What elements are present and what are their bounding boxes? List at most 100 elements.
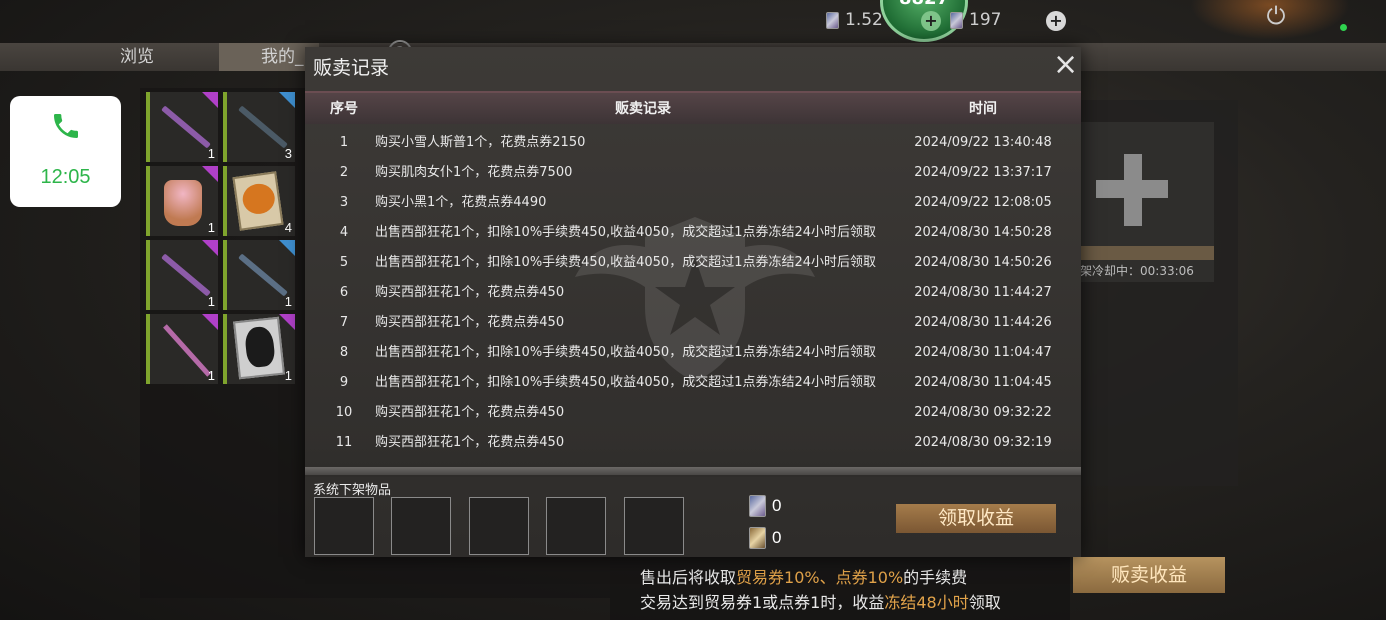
row-record: 购买小黑1个，花费点券4490 bbox=[375, 195, 547, 210]
row-time: 2024/09/22 12:08:05 bbox=[914, 195, 1052, 210]
table-row: 7 购买西部狂花1个，花费点券450 2024/08/30 11:44:26 bbox=[305, 308, 1081, 338]
dialog-title: 贩卖记录 bbox=[313, 57, 390, 79]
rarity-corner bbox=[202, 92, 218, 108]
item-quantity: 1 bbox=[207, 294, 215, 309]
row-number: 3 bbox=[339, 195, 349, 210]
table-row: 3 购买小黑1个，花费点券4490 2024/09/22 12:08:05 bbox=[305, 188, 1081, 218]
inventory-slot[interactable]: 1 bbox=[146, 240, 218, 310]
inventory-slot[interactable]: 1 bbox=[223, 240, 295, 310]
tab-browse[interactable]: 浏览 bbox=[120, 43, 154, 71]
item-quantity: 1 bbox=[207, 146, 215, 161]
sniper-item-icon bbox=[238, 105, 288, 149]
rarity-corner bbox=[279, 314, 295, 330]
row-number: 7 bbox=[339, 315, 349, 330]
notice-text: 交易达到贸易券1或点券1时，收益 bbox=[640, 593, 885, 612]
bunny-cup-item-icon bbox=[164, 180, 202, 226]
inventory-slot[interactable]: 4 bbox=[223, 166, 295, 236]
power-icon[interactable]: ⏻ bbox=[1262, 2, 1290, 30]
row-number: 6 bbox=[339, 285, 349, 300]
row-number: 5 bbox=[339, 255, 349, 270]
row-number: 1 bbox=[339, 135, 349, 150]
close-icon[interactable]: × bbox=[1053, 50, 1078, 80]
item-quantity: 1 bbox=[284, 294, 292, 309]
column-header-record: 贩卖记录 bbox=[615, 101, 671, 117]
table-row: 4 出售西部狂花1个，扣除10%手续费450,收益4050，成交超过1点券冻结2… bbox=[305, 218, 1081, 248]
notice-highlight: 冻结48小时 bbox=[884, 593, 969, 612]
removed-item-slot[interactable] bbox=[546, 497, 606, 555]
item-quantity: 1 bbox=[207, 220, 215, 235]
sell-income-button[interactable]: 贩卖收益 bbox=[1073, 557, 1225, 593]
row-number: 8 bbox=[339, 345, 349, 360]
removed-item-slot[interactable] bbox=[314, 497, 374, 555]
item-quantity: 1 bbox=[207, 368, 215, 383]
inventory-slot[interactable]: 1 bbox=[146, 92, 218, 162]
row-record: 购买小雪人斯普1个，花费点券2150 bbox=[375, 135, 586, 150]
notice-text: 的手续费 bbox=[903, 568, 968, 587]
mask-card-item-icon bbox=[233, 316, 285, 380]
notice-highlight: 贸易券10%、点券10% bbox=[736, 568, 904, 587]
point-ticket-balance: 197 bbox=[950, 10, 1001, 30]
cooldown-text: 架冷却中：00:33:06 bbox=[1080, 264, 1194, 278]
row-time: 2024/08/30 11:04:47 bbox=[914, 345, 1052, 360]
row-time: 2024/08/30 11:04:45 bbox=[914, 375, 1052, 390]
table-row: 10 购买西部狂花1个，花费点券450 2024/08/30 09:32:22 bbox=[305, 398, 1081, 428]
rarity-corner bbox=[202, 166, 218, 182]
point-ticket-amount: 197 bbox=[969, 10, 1002, 30]
row-time: 2024/09/22 13:40:48 bbox=[914, 135, 1052, 150]
section-divider bbox=[305, 467, 1081, 475]
tab-mine[interactable]: 我的_ bbox=[219, 43, 319, 71]
melee-item-icon bbox=[163, 324, 211, 377]
table-row: 2 购买肌肉女仆1个，花费点券7500 2024/09/22 13:37:17 bbox=[305, 158, 1081, 188]
row-number: 4 bbox=[339, 225, 349, 240]
rifle-item-icon bbox=[161, 253, 211, 297]
trade-ticket-icon bbox=[749, 495, 766, 517]
fee-notice-line2: 交易达到贸易券1或点券1时，收益冻结48小时领取 bbox=[640, 589, 1001, 613]
removed-item-slot[interactable] bbox=[391, 497, 451, 555]
trade-ticket-icon bbox=[826, 11, 839, 29]
add-currency2-plus-icon[interactable]: + bbox=[1046, 11, 1066, 31]
records-table-body[interactable]: 1 购买小雪人斯普1个，花费点券2150 2024/09/22 13:40:48… bbox=[305, 128, 1081, 474]
inventory-slot[interactable]: 1 bbox=[146, 166, 218, 236]
table-row: 9 出售西部狂花1个，扣除10%手续费450,收益4050，成交超过1点券冻结2… bbox=[305, 368, 1081, 398]
row-time: 2024/08/30 14:50:28 bbox=[914, 225, 1052, 240]
point-ticket-income-value: 0 bbox=[772, 528, 782, 547]
trade-ticket-income: 0 bbox=[749, 495, 781, 517]
inventory-slot[interactable]: 1 bbox=[223, 314, 295, 384]
cooldown-bar bbox=[1080, 246, 1214, 260]
phone-call-widget[interactable]: 12:05 bbox=[10, 96, 121, 207]
rarity-corner bbox=[279, 92, 295, 108]
point-ticket-icon bbox=[749, 527, 766, 549]
claim-income-button[interactable]: 领取收益 bbox=[896, 504, 1056, 533]
row-number: 10 bbox=[335, 405, 353, 420]
row-record: 出售西部狂花1个，扣除10%手续费450,收益4050，成交超过1点券冻结24小… bbox=[375, 375, 877, 390]
row-time: 2024/09/22 13:37:17 bbox=[914, 165, 1052, 180]
rifle-item-icon bbox=[238, 253, 288, 297]
row-record: 购买西部狂花1个，花费点券450 bbox=[375, 405, 565, 420]
inventory-slot[interactable]: 1 bbox=[146, 314, 218, 384]
add-currency1-plus-icon[interactable]: + bbox=[921, 11, 941, 31]
item-quantity: 4 bbox=[284, 220, 292, 235]
inventory-slot[interactable]: 3 bbox=[223, 92, 295, 162]
row-number: 9 bbox=[339, 375, 349, 390]
rarity-corner bbox=[279, 240, 295, 256]
trade-ticket-income-value: 0 bbox=[772, 496, 782, 515]
table-row: 8 出售西部狂花1个，扣除10%手续费450,收益4050，成交超过1点券冻结2… bbox=[305, 338, 1081, 368]
removed-item-slot[interactable] bbox=[469, 497, 529, 555]
sales-record-dialog: 贩卖记录 × 序号 贩卖记录 时间 1 购买小雪人斯普1个，花费点券2150 2… bbox=[305, 47, 1081, 557]
table-row: 1 购买小雪人斯普1个，花费点券2150 2024/09/22 13:40:48 bbox=[305, 128, 1081, 158]
row-record: 出售西部狂花1个，扣除10%手续费450,收益4050，成交超过1点券冻结24小… bbox=[375, 225, 877, 240]
item-quantity: 1 bbox=[284, 368, 292, 383]
row-time: 2024/08/30 11:44:27 bbox=[914, 285, 1052, 300]
point-ticket-icon bbox=[950, 11, 963, 29]
trade-ticket-amount: 1.52 bbox=[845, 10, 883, 30]
row-record: 购买肌肉女仆1个，花费点券7500 bbox=[375, 165, 573, 180]
fee-notice-line1: 售出后将收取贸易券10%、点券10%的手续费 bbox=[640, 564, 967, 588]
row-time: 2024/08/30 14:50:26 bbox=[914, 255, 1052, 270]
notice-text: 售出后将收取 bbox=[640, 568, 737, 587]
row-record: 出售西部狂花1个，扣除10%手续费450,收益4050，成交超过1点券冻结24小… bbox=[375, 345, 877, 360]
removed-item-slot[interactable] bbox=[624, 497, 684, 555]
row-time: 2024/08/30 09:32:22 bbox=[914, 405, 1052, 420]
rarity-corner bbox=[202, 240, 218, 256]
rarity-corner bbox=[202, 314, 218, 330]
row-record: 购买西部狂花1个，花费点券450 bbox=[375, 315, 565, 330]
